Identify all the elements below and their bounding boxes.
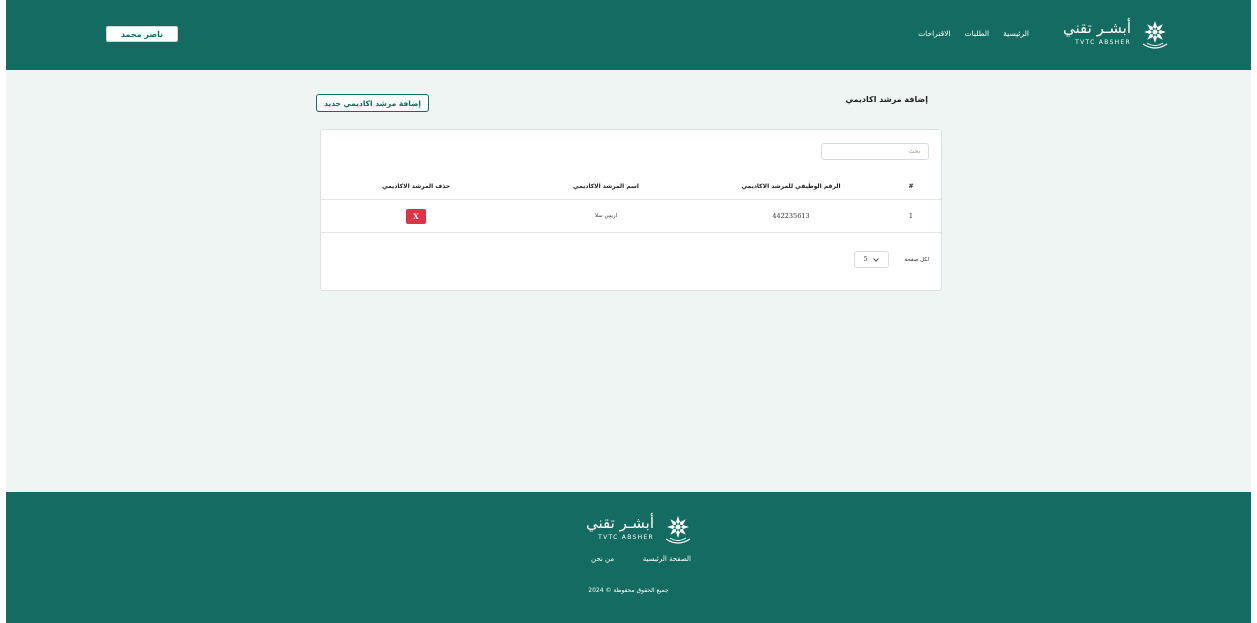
tvtc-emblem-icon — [1142, 21, 1168, 49]
column-header-delete[interactable]: حذف المرشد الاكاديمي — [321, 174, 511, 200]
footer-link-home[interactable]: الصفحة الرئيسية — [643, 555, 691, 563]
table-header-row: # الرقم الوظيفي للمرشد الاكاديمي اسم الم… — [321, 174, 941, 200]
chevron-down-icon — [873, 257, 880, 262]
footer-logo-english-text: TVTC ABSHER — [598, 534, 654, 541]
brand-logo[interactable]: أبشـر تقني TVTC ABSHER — [1059, 18, 1171, 54]
footer-link-about[interactable]: من نحن — [591, 555, 614, 563]
app-frame: ناصر محمد الرئيسية الطلبات الاقتراحات أب… — [6, 0, 1251, 623]
nav-item-home[interactable]: الرئيسية — [1003, 27, 1029, 41]
footer-logo-arabic-text: أبشـر تقني — [586, 514, 654, 532]
delete-advisor-button[interactable]: X — [406, 208, 426, 224]
footer-links: الصفحة الرئيسية من نحن — [591, 555, 691, 563]
footer: أبشـر تقني TVTC ABSHER الصفحة الرئيسية م… — [6, 492, 1251, 623]
nav-item-requests[interactable]: الطلبات — [965, 27, 990, 41]
per-page-value: 5 — [863, 256, 868, 263]
search-input[interactable] — [821, 143, 929, 160]
main-nav: الرئيسية الطلبات الاقتراحات — [918, 27, 1029, 41]
per-page-label: لكل صفحة — [904, 257, 929, 263]
row-index: 1 — [881, 199, 941, 233]
footer-logo[interactable]: أبشـر تقني TVTC ABSHER — [582, 513, 694, 549]
column-header-name[interactable]: اسم المرشد الاكاديمي — [511, 174, 701, 200]
page-title: إضافة مرشد اكاديمي — [845, 95, 928, 104]
user-menu-button[interactable]: ناصر محمد — [106, 26, 178, 42]
advisors-card: # الرقم الوظيفي للمرشد الاكاديمي اسم الم… — [320, 129, 942, 291]
nav-item-suggestions[interactable]: الاقتراحات — [918, 27, 950, 41]
add-advisor-button[interactable]: إضافة مرشد اكاديمي جديد — [316, 94, 429, 112]
per-page-select[interactable]: 5 — [854, 251, 889, 268]
column-header-index[interactable]: # — [881, 174, 941, 200]
top-navbar: ناصر محمد الرئيسية الطلبات الاقتراحات أب… — [6, 0, 1251, 70]
table-row: 1 442235613 اريس سلا X — [321, 199, 941, 233]
logo-arabic-text: أبشـر تقني — [1063, 19, 1131, 37]
column-header-employee-id[interactable]: الرقم الوظيفي للمرشد الاكاديمي — [701, 174, 881, 200]
row-advisor-name: اريس سلا — [511, 199, 701, 233]
tvtc-emblem-icon — [665, 516, 691, 544]
copyright-text: جميع الحقوق محفوظة © 2024 — [588, 587, 669, 594]
logo-english-text: TVTC ABSHER — [1075, 39, 1131, 46]
advisors-table: # الرقم الوظيفي للمرشد الاكاديمي اسم الم… — [321, 174, 941, 233]
row-employee-id: 442235613 — [701, 199, 881, 233]
row-delete-cell: X — [321, 199, 511, 233]
